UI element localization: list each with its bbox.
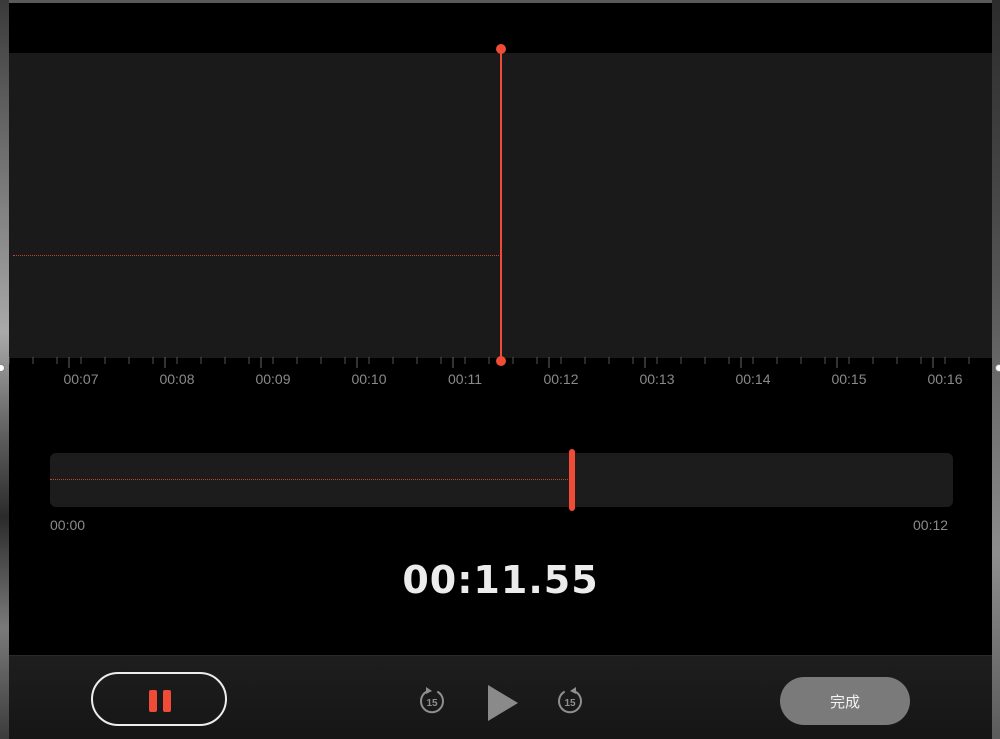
tick-label: 00:10 [351, 371, 386, 387]
play-icon[interactable] [485, 683, 521, 723]
playhead-top-handle[interactable] [496, 44, 506, 54]
skip-forward-15-icon[interactable]: 15 [555, 686, 585, 716]
tick-label: 00:07 [63, 371, 98, 387]
overview-scrubber[interactable] [50, 449, 953, 511]
scrubber-start-time: 00:00 [50, 517, 86, 533]
control-bar: 15 15 完成 [9, 655, 992, 739]
tick-label: 00:15 [831, 371, 866, 387]
waveform-trace [13, 255, 499, 256]
skip-back-15-icon[interactable]: 15 [417, 686, 447, 716]
scrubber-handle[interactable] [569, 449, 575, 511]
scrubber-end-time: 00:12 [913, 517, 949, 533]
current-time-display: 00:11.55 [402, 558, 599, 602]
playhead[interactable] [500, 49, 502, 361]
skip-back-label: 15 [426, 698, 438, 709]
tick-label: 00:16 [927, 371, 962, 387]
window-resize-handle-right[interactable] [995, 364, 1000, 372]
time-ruler: 00:07 00:08 00:09 00:10 00:11 00:12 00:1… [9, 357, 970, 387]
tick-label: 00:11 [448, 371, 482, 387]
skip-forward-label: 15 [564, 698, 576, 709]
pause-icon [149, 690, 157, 712]
pause-record-button[interactable] [91, 672, 227, 726]
overview-waveform-trace [50, 479, 570, 480]
voice-memo-editor: 00:07 00:08 00:09 00:10 00:11 00:12 00:1… [0, 0, 1000, 739]
recording-window: 00:07 00:08 00:09 00:10 00:11 00:12 00:1… [9, 0, 992, 739]
done-button[interactable]: 完成 [780, 677, 910, 725]
tick-label: 00:09 [255, 371, 290, 387]
time-ruler-ticks [9, 357, 970, 368]
tick-label: 00:12 [543, 371, 578, 387]
tick-label: 00:13 [639, 371, 674, 387]
tick-label: 00:14 [735, 371, 770, 387]
tick-label: 00:08 [159, 371, 194, 387]
pause-icon [163, 690, 171, 712]
